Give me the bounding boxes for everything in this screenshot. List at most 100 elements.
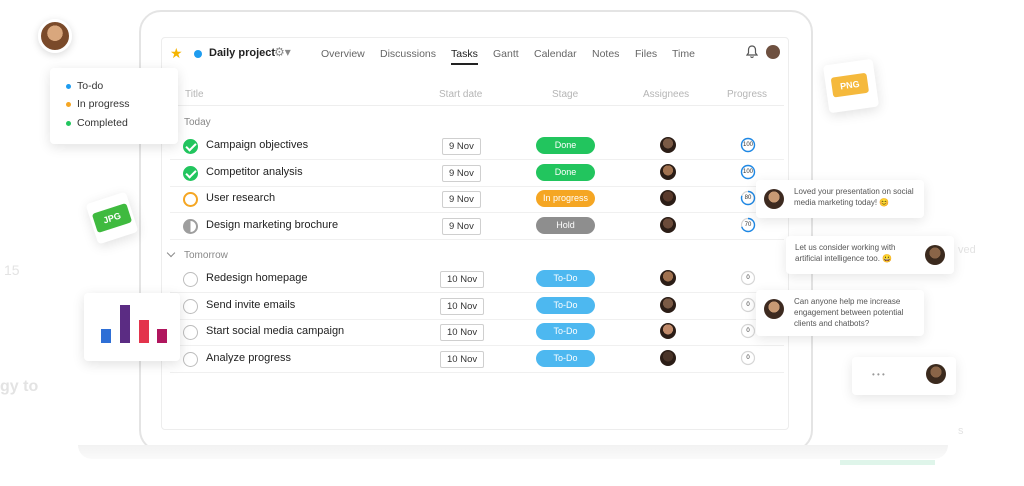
ghost-text-right-top: ved <box>958 244 976 256</box>
task-status-checkbox[interactable] <box>183 219 198 234</box>
user-avatar[interactable] <box>766 45 780 59</box>
chat-message-text: Can anyone help me increase engagement b… <box>794 297 904 328</box>
task-stage-badge[interactable]: To-Do <box>536 297 595 314</box>
png-file-card: PNG <box>822 58 880 114</box>
task-start-date[interactable]: 10 Nov <box>440 271 485 288</box>
mini-chart-card <box>84 293 180 361</box>
progress-value: 100 <box>742 169 753 175</box>
task-status-checkbox[interactable] <box>183 325 198 340</box>
tab-tasks[interactable]: Tasks <box>451 48 478 60</box>
progress-label: 0 <box>740 323 756 339</box>
task-title[interactable]: Design marketing brochure <box>206 219 338 231</box>
ghost-text-left-mid: gy to <box>0 378 39 395</box>
mini-chart-bar <box>120 305 130 343</box>
progress-label: 0 <box>740 297 756 313</box>
legend-label: In progress <box>77 98 130 110</box>
table-row[interactable]: User research 9 Nov In progress 80 <box>170 187 784 213</box>
task-title[interactable]: Competitor analysis <box>206 166 303 178</box>
top-nav: ★ Daily project ⚙▾ Overview Discussions … <box>170 44 784 66</box>
assignee-avatar[interactable] <box>660 217 676 233</box>
progress-value: 0 <box>746 355 750 361</box>
assignee-avatar[interactable] <box>660 164 676 180</box>
floating-avatar <box>38 19 72 53</box>
chat-avatar <box>926 364 946 384</box>
task-stage-badge[interactable]: To-Do <box>536 350 595 367</box>
star-icon[interactable]: ★ <box>170 45 183 62</box>
task-title[interactable]: Analyze progress <box>206 352 291 364</box>
task-stage-badge[interactable]: Hold <box>536 217 595 234</box>
task-start-date[interactable]: 10 Nov <box>440 351 485 368</box>
tab-overview[interactable]: Overview <box>321 48 365 60</box>
legend-item-in-progress: In progress <box>66 98 130 110</box>
assignee-avatar[interactable] <box>660 323 676 339</box>
legend-label: Completed <box>77 117 128 129</box>
gear-icon[interactable]: ⚙▾ <box>274 45 291 59</box>
table-row[interactable]: Campaign objectives 9 Nov Done 100 <box>170 134 784 160</box>
task-start-date[interactable]: 9 Nov <box>442 191 481 208</box>
progress-label: 0 <box>740 270 756 286</box>
task-status-checkbox[interactable] <box>183 139 198 154</box>
task-stage-badge[interactable]: To-Do <box>536 270 595 287</box>
progress-label: 80 <box>740 190 756 206</box>
chat-message-text: Let us consider working with artificial … <box>795 243 896 263</box>
task-start-date[interactable]: 10 Nov <box>440 298 485 315</box>
task-status-checkbox[interactable] <box>183 272 198 287</box>
tab-files[interactable]: Files <box>635 48 657 60</box>
chat-typing-card: • • • <box>852 357 956 395</box>
table-row[interactable]: Redesign homepage 10 Nov To-Do 0 <box>170 267 784 293</box>
legend-item-completed: Completed <box>66 117 128 129</box>
project-color-dot <box>194 50 202 58</box>
progress-label: 0 <box>740 350 756 366</box>
legend-dot-completed <box>66 120 71 126</box>
table-row[interactable]: Analyze progress 10 Nov To-Do 0 <box>170 347 784 373</box>
chat-avatar <box>764 189 784 209</box>
column-title[interactable]: Title <box>185 89 204 100</box>
tab-calendar[interactable]: Calendar <box>534 48 577 60</box>
column-progress[interactable]: Progress <box>727 89 767 100</box>
task-stage-badge[interactable]: To-Do <box>536 323 595 340</box>
task-start-date[interactable]: 9 Nov <box>442 218 481 235</box>
progress-label: 70 <box>740 217 756 233</box>
mini-chart-bar <box>157 329 167 343</box>
table-row[interactable]: Competitor analysis 9 Nov Done 100 <box>170 161 784 187</box>
bell-icon[interactable] <box>746 45 758 59</box>
column-stage[interactable]: Stage <box>552 89 578 100</box>
progress-value: 70 <box>744 222 752 228</box>
tab-time[interactable]: Time <box>672 48 695 60</box>
progress-label: 100 <box>740 164 756 180</box>
task-title[interactable]: Campaign objectives <box>206 139 308 151</box>
task-stage-badge[interactable]: Done <box>536 137 595 154</box>
assignee-avatar[interactable] <box>660 190 676 206</box>
chat-message-card: Loved your presentation on social media … <box>756 180 924 218</box>
assignee-avatar[interactable] <box>660 137 676 153</box>
table-row[interactable]: Design marketing brochure 9 Nov Hold 70 <box>170 214 784 240</box>
progress-value: 0 <box>746 275 750 281</box>
task-status-checkbox[interactable] <box>183 299 198 314</box>
task-status-checkbox[interactable] <box>183 166 198 181</box>
task-status-checkbox[interactable] <box>183 192 198 207</box>
project-name[interactable]: Daily project <box>209 47 275 59</box>
legend-dot-todo <box>66 83 71 89</box>
tab-discussions[interactable]: Discussions <box>380 48 436 60</box>
assignee-avatar[interactable] <box>660 350 676 366</box>
task-title[interactable]: Start social media campaign <box>206 325 344 337</box>
task-title[interactable]: Send invite emails <box>206 299 295 311</box>
progress-value: 80 <box>744 195 752 201</box>
table-row[interactable]: Start social media campaign 10 Nov To-Do 0 <box>170 320 784 346</box>
column-assignees[interactable]: Assignees <box>643 89 689 100</box>
task-start-date[interactable]: 9 Nov <box>442 138 481 155</box>
task-title[interactable]: Redesign homepage <box>206 272 308 284</box>
assignee-avatar[interactable] <box>660 297 676 313</box>
tab-notes[interactable]: Notes <box>592 48 619 60</box>
task-stage-badge[interactable]: Done <box>536 164 595 181</box>
task-stage-badge[interactable]: In progress <box>536 190 595 207</box>
progress-value: 0 <box>746 328 750 334</box>
assignee-avatar[interactable] <box>660 270 676 286</box>
task-start-date[interactable]: 9 Nov <box>442 165 481 182</box>
tab-gantt[interactable]: Gantt <box>493 48 519 60</box>
table-row[interactable]: Send invite emails 10 Nov To-Do 0 <box>170 294 784 320</box>
column-start-date[interactable]: Start date <box>439 89 482 100</box>
task-status-checkbox[interactable] <box>183 352 198 367</box>
task-title[interactable]: User research <box>206 192 275 204</box>
task-start-date[interactable]: 10 Nov <box>440 324 485 341</box>
